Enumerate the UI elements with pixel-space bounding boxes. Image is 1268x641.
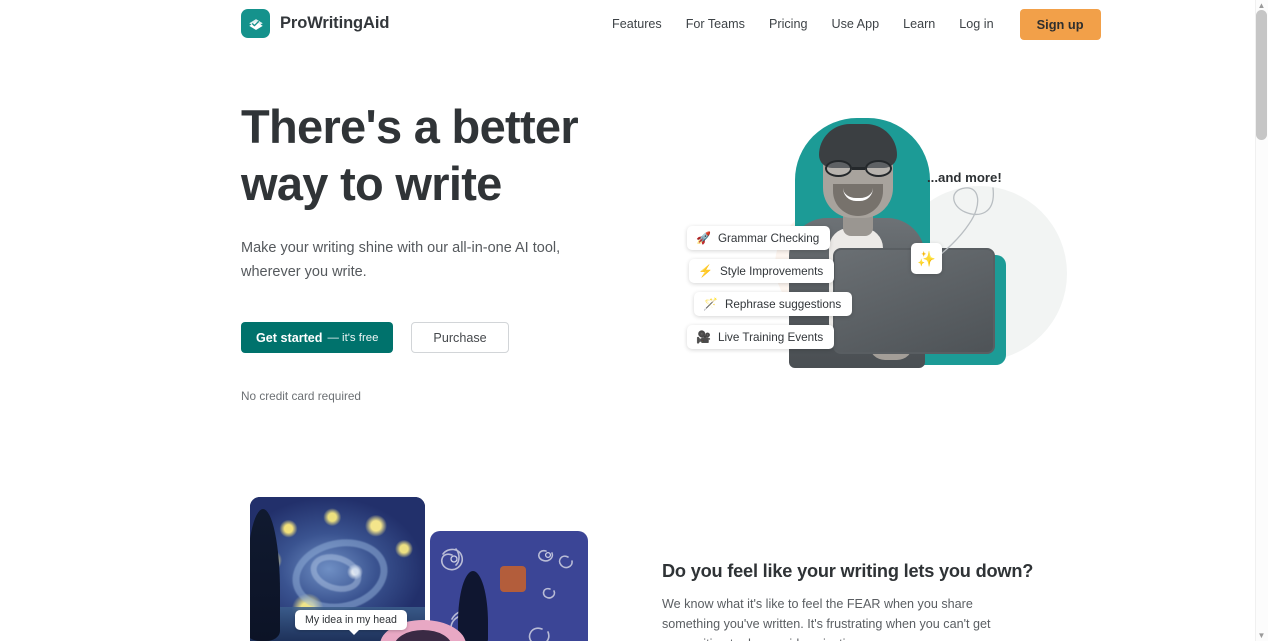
my-idea-caption: My idea in my head xyxy=(295,610,407,635)
purchase-button[interactable]: Purchase xyxy=(411,322,509,353)
feature-chip-style-improvements: ⚡ Style Improvements xyxy=(689,259,835,283)
doodle-drawing-image xyxy=(430,531,588,641)
hero-button-group: Get started — it's free Purchase xyxy=(241,322,641,353)
hero-subtitle: Make your writing shine with our all-in-… xyxy=(241,240,561,280)
nav-link-learn[interactable]: Learn xyxy=(891,0,947,48)
feature-chip-label: Live Training Events xyxy=(717,330,824,344)
get-started-button[interactable]: Get started — it's free xyxy=(241,322,394,353)
nav-link-use-app[interactable]: Use App xyxy=(819,0,891,48)
site-header: ProWritingAid Features For Teams Pricing… xyxy=(0,0,1255,48)
nav-link-features[interactable]: Features xyxy=(600,0,674,48)
get-started-subtitle: — it's free xyxy=(327,331,379,344)
glasses-bridge xyxy=(852,167,865,170)
glasses-left-lens xyxy=(825,160,852,177)
glasses-icon xyxy=(823,160,895,177)
scroll-up-arrow-icon[interactable]: ▲ xyxy=(1257,1,1266,10)
hero-title-line-1: There's a better xyxy=(241,100,579,153)
sign-up-button[interactable]: Sign up xyxy=(1019,8,1101,40)
rocket-icon: 🚀 xyxy=(696,231,711,245)
feature-chip-label: Rephrase suggestions xyxy=(724,297,842,311)
sparkle-icon: ✨ xyxy=(911,243,942,274)
nav-link-log-in[interactable]: Log in xyxy=(947,0,1005,48)
lower-section-copy: Do you feel like your writing lets you d… xyxy=(662,561,1034,641)
page-scrollbar-track[interactable]: ▲ ▼ xyxy=(1255,0,1268,641)
hero-illustration: ✨ ...and more! 🚀 Grammar Checking ⚡ Styl… xyxy=(655,100,1067,390)
brand-name: ProWritingAid xyxy=(280,14,390,32)
get-started-label: Get started xyxy=(256,330,323,345)
video-camera-icon: 🎥 xyxy=(696,330,711,344)
hero-title: There's a better way to write xyxy=(241,98,641,212)
glasses-right-lens xyxy=(865,160,892,177)
lightning-icon: ⚡ xyxy=(698,264,713,278)
hero-copy: There's a better way to write Make your … xyxy=(241,98,641,403)
page-root: ProWritingAid Features For Teams Pricing… xyxy=(0,0,1268,641)
no-credit-card-note: No credit card required xyxy=(241,389,361,403)
and-more-annotation: ...and more! xyxy=(927,170,1002,185)
feature-chip-live-training-events: 🎥 Live Training Events xyxy=(687,325,835,349)
hero-title-line-2: way to write xyxy=(241,157,502,210)
feature-chip-list: 🚀 Grammar Checking ⚡ Style Improvements … xyxy=(687,226,853,349)
magic-wand-icon: 🪄 xyxy=(703,297,718,311)
feature-chip-grammar-checking: 🚀 Grammar Checking xyxy=(687,226,831,250)
doodle-sun xyxy=(500,566,526,592)
main-navigation: Features For Teams Pricing Use App Learn… xyxy=(600,0,1101,48)
nav-link-for-teams[interactable]: For Teams xyxy=(674,0,757,48)
nav-link-pricing[interactable]: Pricing xyxy=(757,0,820,48)
feature-chip-label: Grammar Checking xyxy=(717,231,820,245)
feature-chip-rephrase-suggestions: 🪄 Rephrase suggestions xyxy=(694,292,853,316)
stacked-pages-check-icon xyxy=(241,9,270,38)
feature-chip-label: Style Improvements xyxy=(719,264,824,278)
brand-logo[interactable]: ProWritingAid xyxy=(241,9,389,38)
starry-night-image: My idea in my head xyxy=(250,497,425,641)
page-scrollbar-thumb[interactable] xyxy=(1256,10,1267,140)
scroll-down-arrow-icon[interactable]: ▼ xyxy=(1257,631,1266,640)
lower-section-body: We know what it's like to feel the FEAR … xyxy=(662,597,991,641)
lower-section-title: Do you feel like your writing lets you d… xyxy=(662,561,1034,581)
